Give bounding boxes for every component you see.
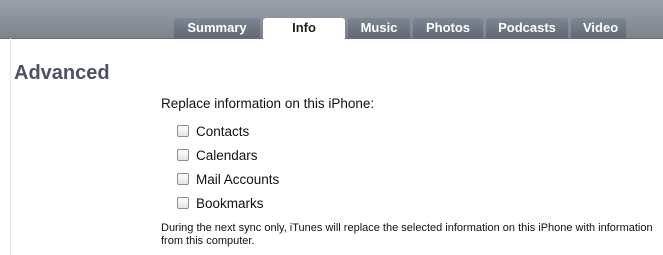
tab-bar: Summary Info Music Photos Podcasts Video <box>0 0 663 39</box>
tab-photos[interactable]: Photos <box>413 18 483 38</box>
tab-podcasts[interactable]: Podcasts <box>486 18 568 38</box>
tab-summary[interactable]: Summary <box>174 18 260 38</box>
calendars-checkbox[interactable] <box>177 149 189 161</box>
replace-options: Contacts Calendars Mail Accounts Bookmar… <box>177 119 279 215</box>
content-divider <box>10 38 11 255</box>
option-label: Contacts <box>196 123 250 139</box>
tab-list: Summary Info Music Photos Podcasts Video <box>174 18 626 39</box>
replace-info-label: Replace information on this iPhone: <box>161 96 375 111</box>
option-contacts[interactable]: Contacts <box>177 119 279 143</box>
option-bookmarks[interactable]: Bookmarks <box>177 191 279 215</box>
option-label: Bookmarks <box>196 195 264 211</box>
itunes-iphone-info-pane: Summary Info Music Photos Podcasts Video… <box>0 0 663 255</box>
tab-info[interactable]: Info <box>263 18 345 39</box>
option-mail-accounts[interactable]: Mail Accounts <box>177 167 279 191</box>
option-label: Calendars <box>196 147 258 163</box>
mail-accounts-checkbox[interactable] <box>177 173 189 185</box>
contacts-checkbox[interactable] <box>177 125 189 137</box>
tab-music[interactable]: Music <box>348 18 410 38</box>
tab-video[interactable]: Video <box>571 18 626 38</box>
option-label: Mail Accounts <box>196 171 280 187</box>
bookmarks-checkbox[interactable] <box>177 197 189 209</box>
section-title: Advanced <box>14 62 110 84</box>
sync-note: During the next sync only, iTunes will r… <box>161 222 653 247</box>
option-calendars[interactable]: Calendars <box>177 143 279 167</box>
